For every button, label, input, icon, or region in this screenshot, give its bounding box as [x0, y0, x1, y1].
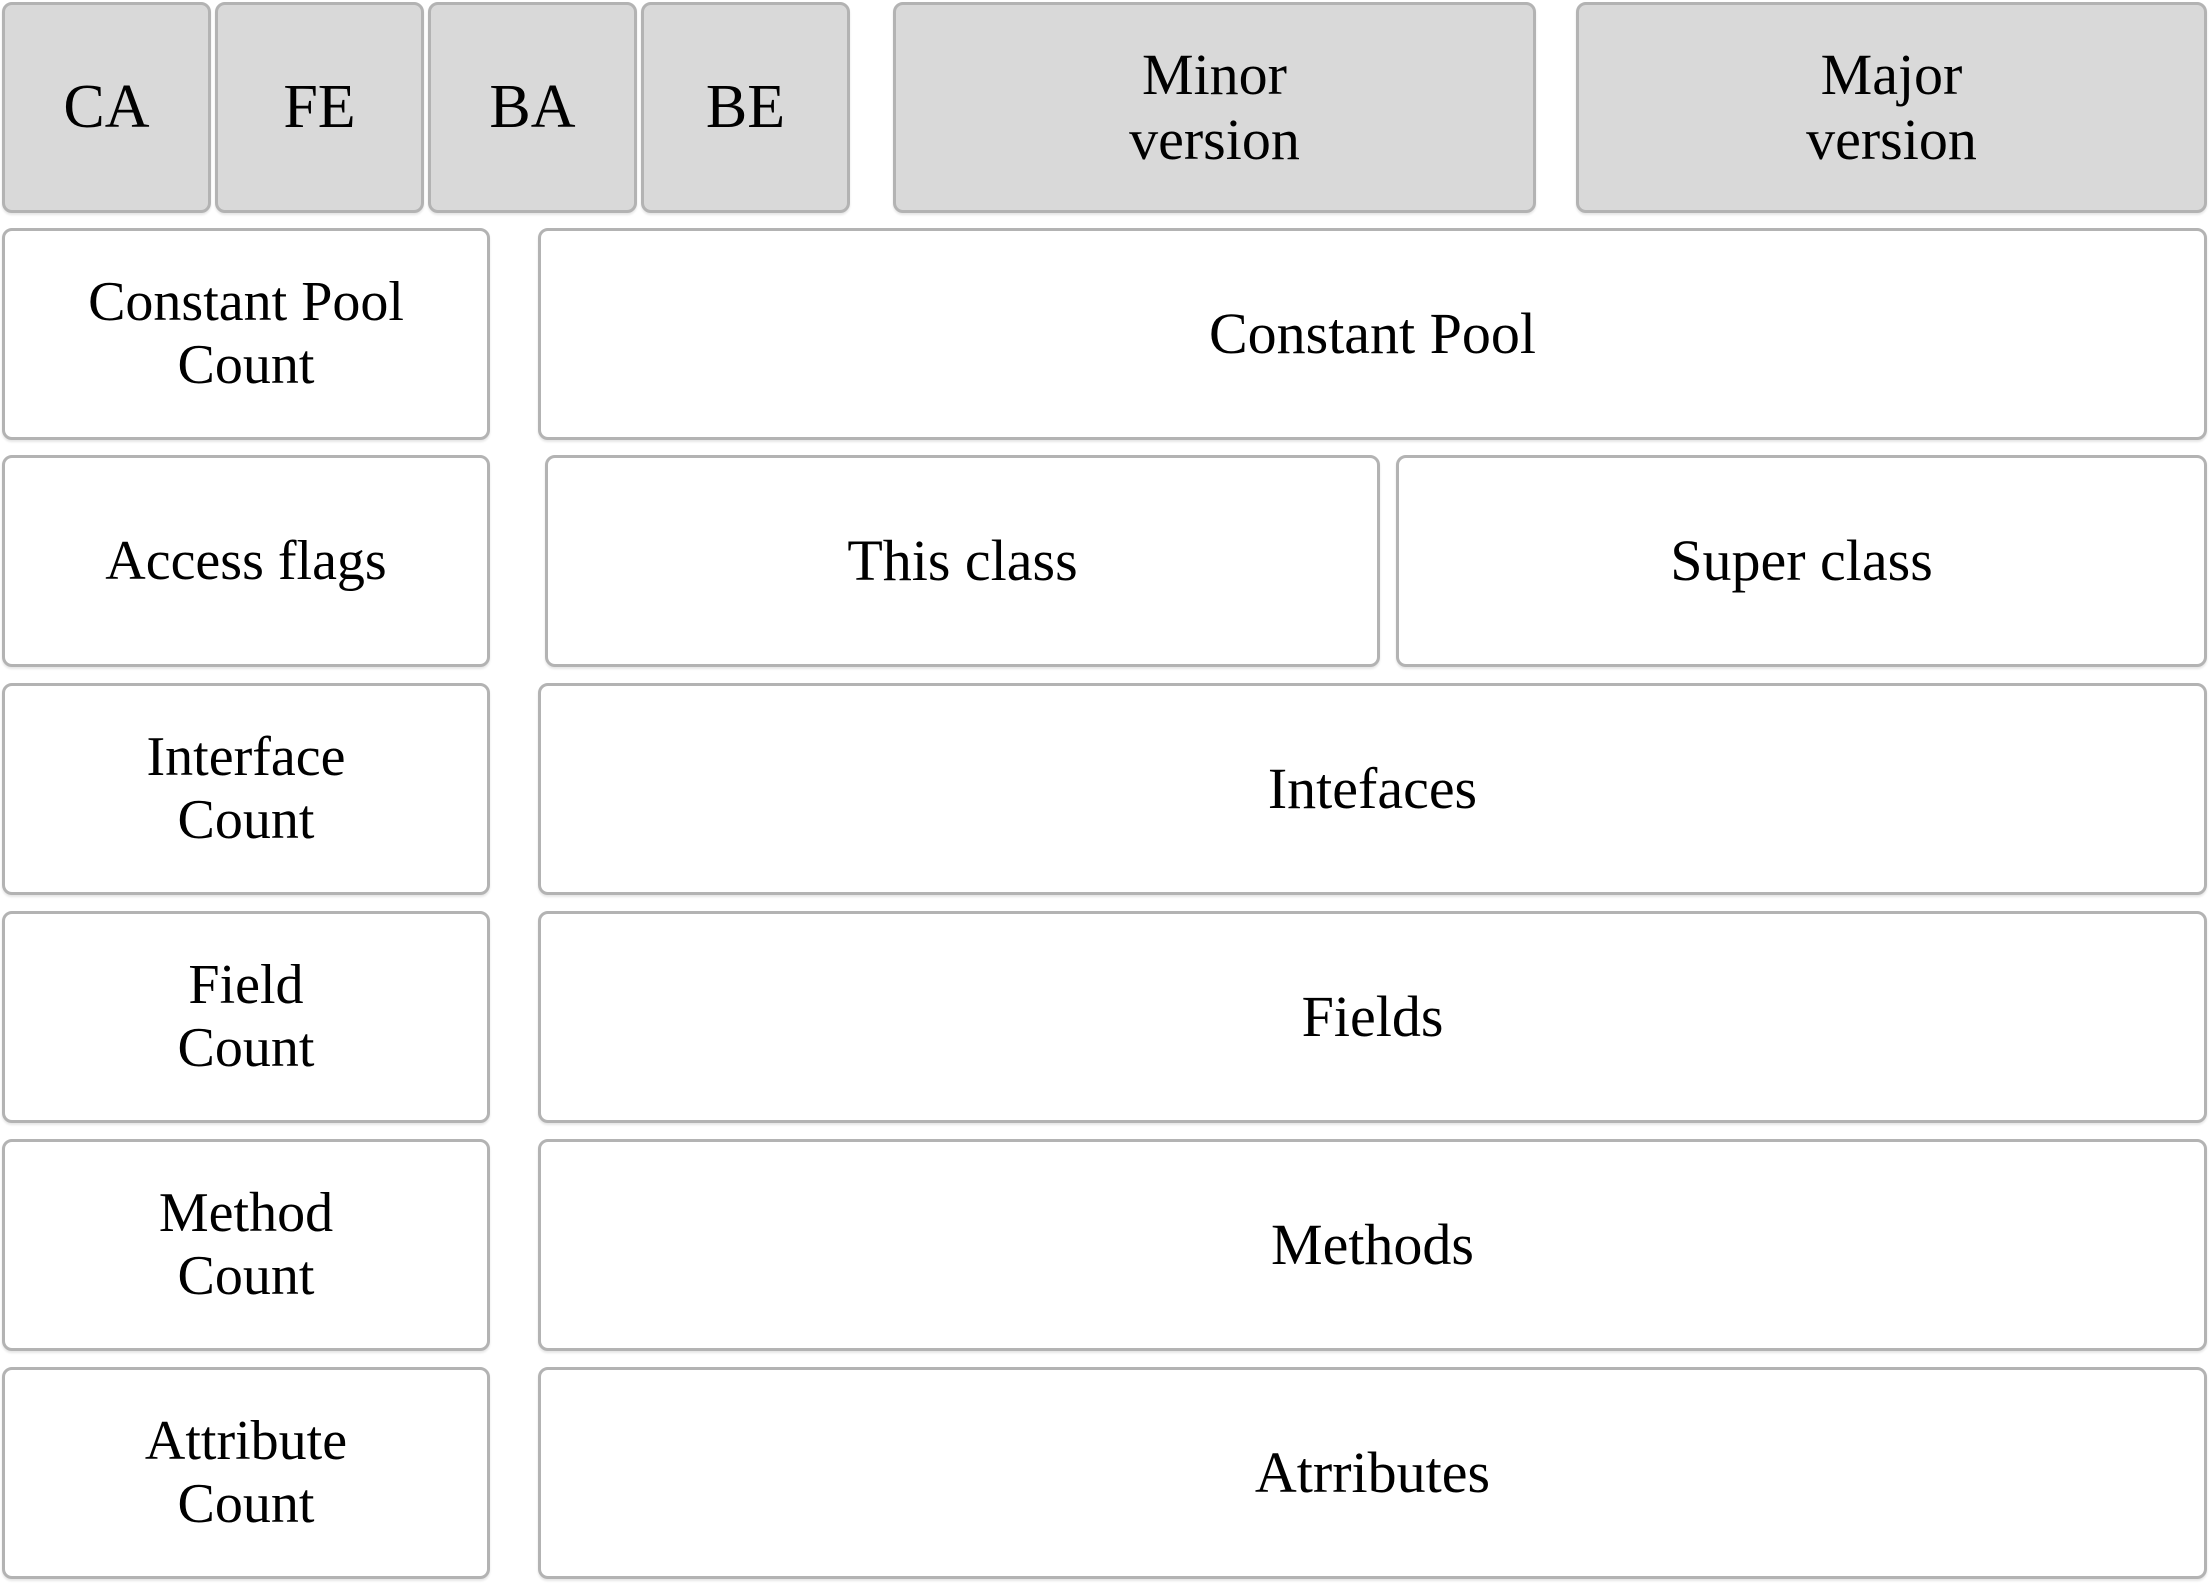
access-flags-box: Access flags [2, 455, 490, 667]
access-flags-label: Access flags [105, 529, 387, 592]
fields-box: Fields [538, 911, 2207, 1123]
magic-byte-fe-label: FE [283, 72, 356, 141]
minor-version-box: Minor version [893, 2, 1536, 213]
attributes-box: Atrributes [538, 1367, 2207, 1579]
interface-count-box: Interface Count [2, 683, 490, 895]
constant-pool-box: Constant Pool [538, 228, 2207, 440]
field-count-box: Field Count [2, 911, 490, 1123]
attribute-count-label: Attribute Count [144, 1410, 348, 1535]
method-count-label: Method Count [158, 1182, 334, 1307]
field-count-label: Field Count [177, 954, 315, 1079]
attribute-count-box: Attribute Count [2, 1367, 490, 1579]
constant-pool-count-label: Constant Pool Count [88, 271, 404, 396]
attributes-label: Atrributes [1254, 1439, 1491, 1505]
major-version-label: Major version [1806, 41, 1977, 172]
magic-byte-be-box: BE [641, 2, 850, 213]
magic-byte-ba-label: BA [489, 72, 576, 141]
minor-version-label: Minor version [1129, 41, 1300, 172]
magic-byte-fe-box: FE [215, 2, 424, 213]
magic-byte-be-label: BE [705, 72, 786, 141]
fields-label: Fields [1301, 983, 1444, 1049]
class-file-structure-diagram: CA FE BA BE Minor version Major version … [0, 0, 2212, 1583]
magic-byte-ba-box: BA [428, 2, 637, 213]
super-class-box: Super class [1396, 455, 2207, 667]
magic-byte-ca-box: CA [2, 2, 211, 213]
interfaces-label: Intefaces [1267, 755, 1478, 821]
magic-byte-ca-label: CA [63, 72, 150, 141]
methods-box: Methods [538, 1139, 2207, 1351]
constant-pool-label: Constant Pool [1208, 300, 1537, 366]
this-class-label: This class [847, 527, 1078, 593]
this-class-box: This class [545, 455, 1380, 667]
method-count-box: Method Count [2, 1139, 490, 1351]
constant-pool-count-box: Constant Pool Count [2, 228, 490, 440]
interfaces-box: Intefaces [538, 683, 2207, 895]
interface-count-label: Interface Count [146, 726, 346, 851]
major-version-box: Major version [1576, 2, 2207, 213]
super-class-label: Super class [1670, 527, 1933, 593]
methods-label: Methods [1271, 1211, 1474, 1277]
